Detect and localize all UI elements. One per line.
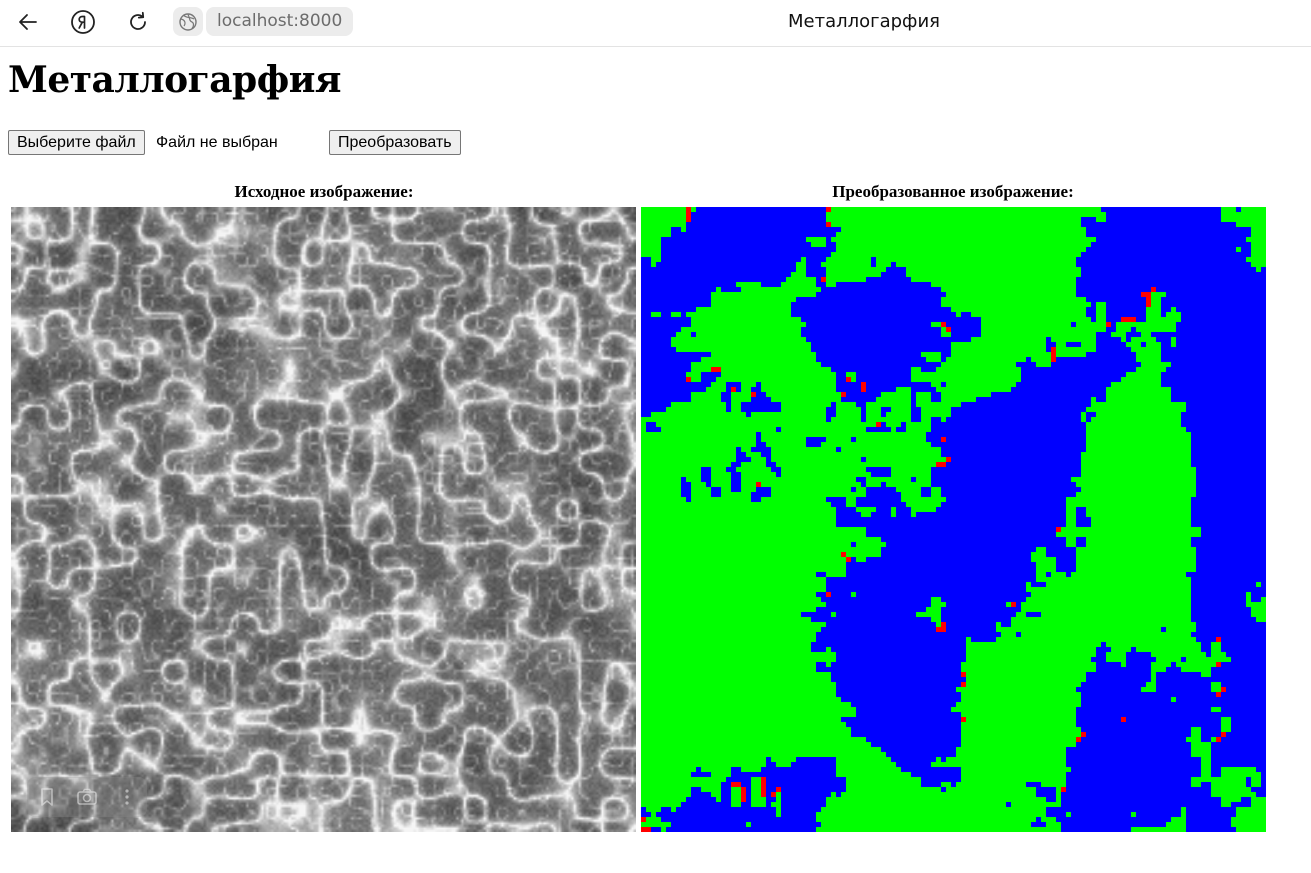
reload-button[interactable] xyxy=(121,6,155,38)
yandex-button[interactable] xyxy=(66,6,100,38)
bookmark-icon xyxy=(41,788,53,806)
address-bar[interactable]: localhost:8000 xyxy=(206,7,354,36)
page-title: Металлогарфия xyxy=(8,59,342,101)
camera-icon xyxy=(77,788,97,805)
original-micrograph-canvas xyxy=(11,207,636,832)
choose-file-button[interactable]: Выберите файл xyxy=(8,130,145,155)
converted-phase-map-canvas xyxy=(641,207,1266,832)
site-info-button[interactable] xyxy=(173,7,203,36)
more-dots-icon xyxy=(125,789,129,805)
converted-image-caption: Преобразованное изображение: xyxy=(832,182,1074,201)
converted-phase-map-image xyxy=(641,207,1266,832)
back-button[interactable] xyxy=(11,6,45,38)
screenshot-button[interactable] xyxy=(72,782,102,812)
original-image-caption: Исходное изображение: xyxy=(234,182,414,201)
reload-icon xyxy=(130,11,146,30)
original-micrograph-image xyxy=(11,207,636,832)
image-overlay-toolbar xyxy=(27,777,147,817)
convert-button[interactable]: Преобразовать xyxy=(329,130,461,155)
tab-title: Металлогарфия xyxy=(788,11,940,32)
back-arrow-icon xyxy=(19,14,37,30)
file-status-text: Файл не выбран xyxy=(156,134,278,151)
site-globe-icon xyxy=(179,12,197,31)
yandex-icon xyxy=(71,10,95,34)
more-options-button[interactable] xyxy=(112,782,142,812)
browser-toolbar: localhost:8000 Металлогарфия xyxy=(0,0,1311,47)
bookmark-button[interactable] xyxy=(32,782,62,812)
